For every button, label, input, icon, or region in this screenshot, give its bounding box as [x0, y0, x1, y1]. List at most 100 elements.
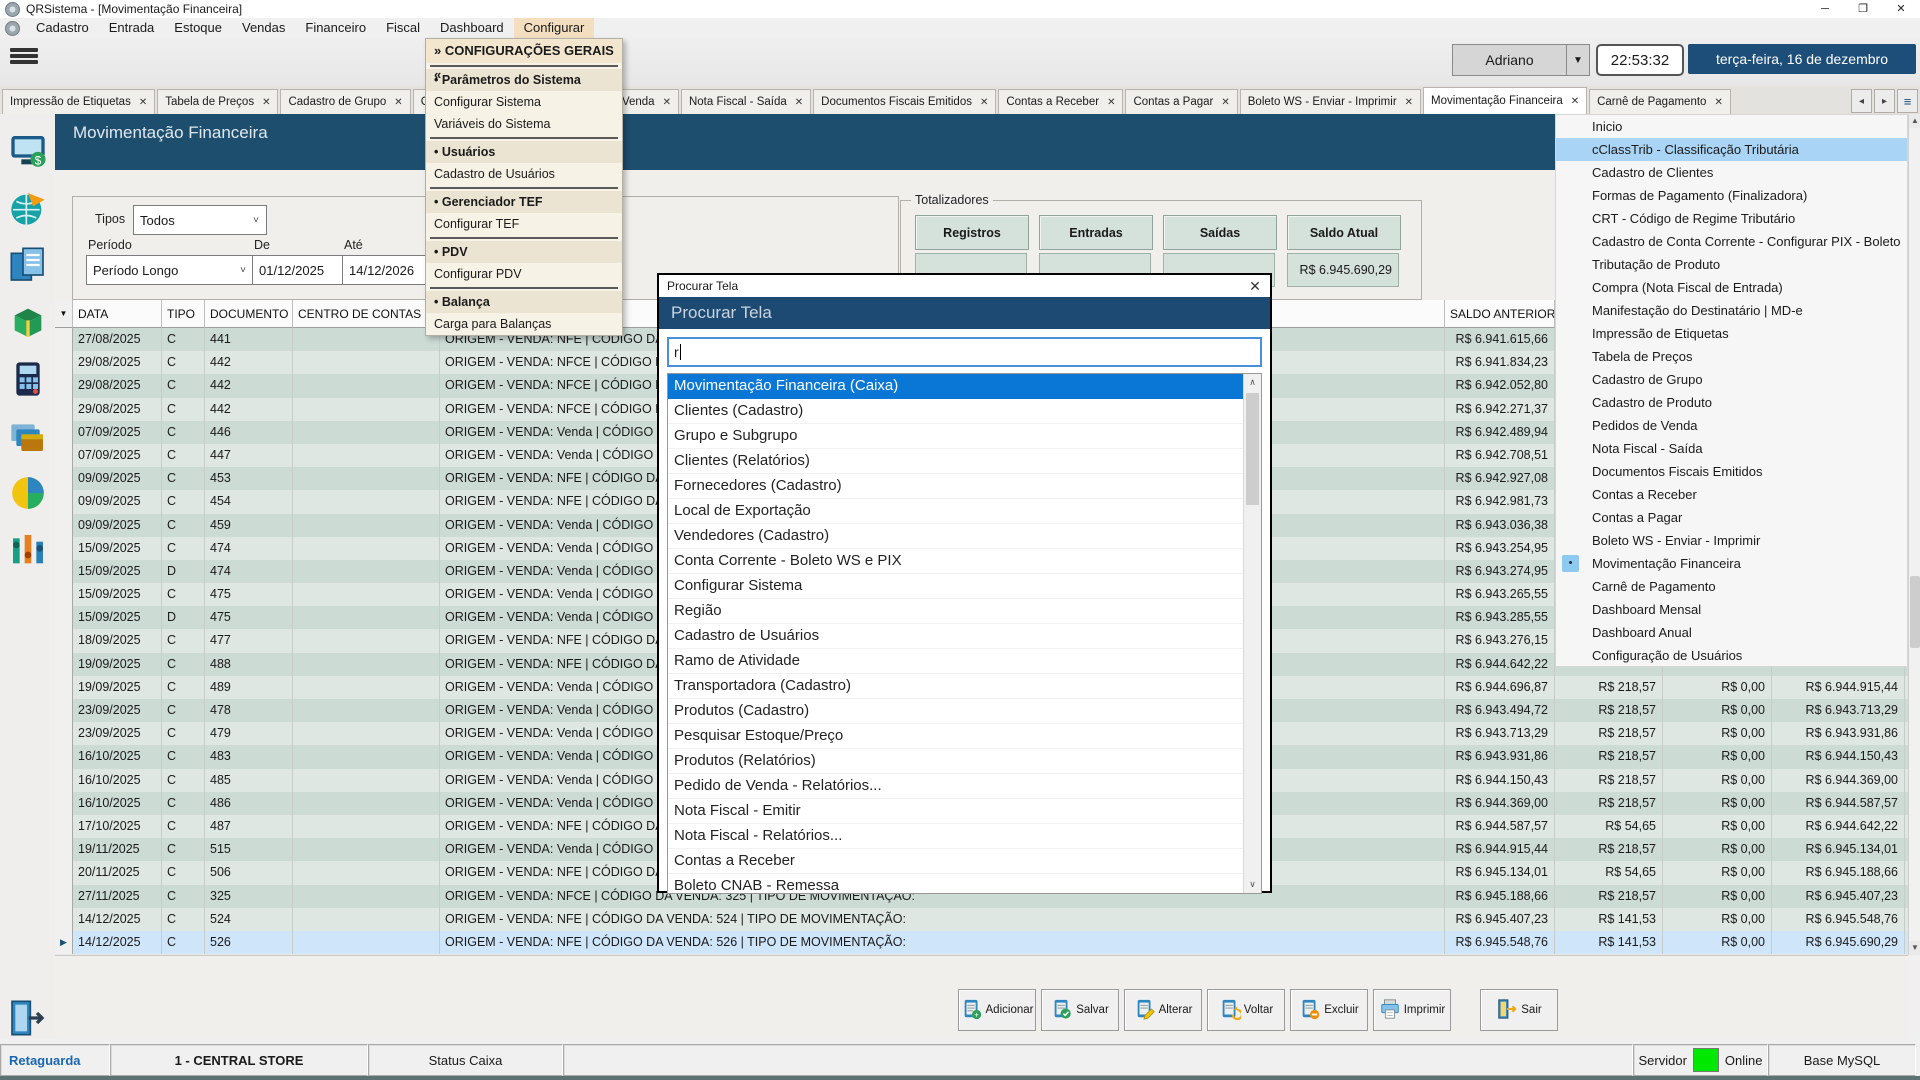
tab-boleto-ws-enviar-imprimir[interactable]: Boleto WS - Enviar - Imprimir✕	[1240, 89, 1421, 114]
tab-movimenta-o-financeira[interactable]: Movimentação Financeira✕	[1423, 87, 1587, 114]
totalizer-saidas-button[interactable]: Saídas	[1163, 215, 1277, 250]
dialog-result-fornecedores-cadastro-[interactable]: Fornecedores (Cadastro)	[668, 474, 1244, 499]
row-selector[interactable]	[55, 722, 73, 745]
tab-cadastro-de-grupo[interactable]: Cadastro de Grupo✕	[280, 89, 410, 114]
tab-close-icon[interactable]: ✕	[1571, 96, 1579, 107]
documents-icon[interactable]	[8, 245, 48, 285]
dialog-scrollbar[interactable]: ∧ ∨	[1243, 374, 1261, 893]
dialog-close-icon[interactable]: ✕	[1240, 278, 1270, 295]
scrollbar-thumb[interactable]	[1246, 393, 1259, 505]
row-selector[interactable]	[55, 908, 73, 931]
scroll-down-icon[interactable]: ▼	[1909, 941, 1920, 955]
row-selector[interactable]	[55, 815, 73, 838]
maximize-button[interactable]: ❐	[1844, 0, 1882, 18]
dialog-result-nota-fiscal-relat-rios-[interactable]: Nota Fiscal - Relatórios...	[668, 824, 1244, 849]
dialog-result-produtos-cadastro-[interactable]: Produtos (Cadastro)	[668, 699, 1244, 724]
sidebar-item-tabela-de-pre-os[interactable]: Tabela de Preços	[1556, 345, 1907, 368]
row-selector[interactable]	[55, 467, 73, 490]
row-selector[interactable]	[55, 745, 73, 768]
sidebar-item-cadastro-de-clientes[interactable]: Cadastro de Clientes	[1556, 161, 1907, 184]
row-selector[interactable]	[55, 490, 73, 513]
row-selector[interactable]	[55, 514, 73, 537]
de-date-input[interactable]: 01/12/2025	[252, 255, 344, 285]
dialog-result-pedido-de-venda-relat-rios-[interactable]: Pedido de Venda - Relatórios...	[668, 774, 1244, 799]
sidebar-item-contas-a-receber[interactable]: Contas a Receber	[1556, 483, 1907, 506]
sidebar-item-inicio[interactable]: Inicio	[1556, 115, 1907, 138]
filter-funnel-icon[interactable]: ▼	[55, 300, 73, 328]
periodo-select[interactable]: Período Longo˅	[86, 255, 254, 285]
sidebar-item-formas-de-pagamento-finalizadora-[interactable]: Formas de Pagamento (Finalizadora)	[1556, 184, 1907, 207]
menubar-item-cadastro[interactable]: Cadastro	[26, 18, 99, 38]
sidebar-item-manifesta-o-do-destinat-rio-md-e[interactable]: Manifestação do Destinatário | MD-e	[1556, 299, 1907, 322]
configurar-menu-item-vari-veis-do-sistema[interactable]: Variáveis do Sistema	[426, 113, 622, 135]
dialog-result-nota-fiscal-emitir[interactable]: Nota Fiscal - Emitir	[668, 799, 1244, 824]
dialog-result-configurar-sistema[interactable]: Configurar Sistema	[668, 574, 1244, 599]
tab-close-icon[interactable]: ✕	[1221, 97, 1229, 108]
pie-chart-icon[interactable]	[8, 473, 48, 513]
row-selector[interactable]	[55, 885, 73, 908]
sidebar-item-cadastro-de-produto[interactable]: Cadastro de Produto	[1556, 391, 1907, 414]
tab-close-icon[interactable]: ✕	[394, 97, 402, 108]
calculator-icon[interactable]	[8, 359, 48, 399]
tab-impress-o-de-etiquetas[interactable]: Impressão de Etiquetas✕	[2, 89, 155, 114]
row-selector[interactable]	[55, 676, 73, 699]
sidebar-item-crt-c-digo-de-regime-tribut-rio[interactable]: CRT - Código de Regime Tributário	[1556, 207, 1907, 230]
sidebar-item-cadastro-de-conta-corrente-configurar-pix-boleto[interactable]: Cadastro de Conta Corrente - Configurar …	[1556, 230, 1907, 253]
totalizer-registros-button[interactable]: Registros	[915, 215, 1029, 250]
column-header-DATA[interactable]: DATA	[73, 300, 162, 328]
sidebar-item-documentos-fiscais-emitidos[interactable]: Documentos Fiscais Emitidos	[1556, 460, 1907, 483]
tab-carn-de-pagamento[interactable]: Carnê de Pagamento✕	[1589, 89, 1731, 114]
tab-close-icon[interactable]: ✕	[1714, 97, 1722, 108]
sidebar-item-configura-o-de-usu-rios[interactable]: Configuração de Usuários	[1556, 644, 1907, 667]
dialog-result-local-de-exporta-o[interactable]: Local de Exportação	[668, 499, 1244, 524]
user-select[interactable]: Adriano ▼	[1452, 44, 1590, 76]
box-icon[interactable]	[8, 302, 48, 342]
main-scrollbar[interactable]: ▲ ▼	[1908, 114, 1920, 955]
equalizer-icon[interactable]	[8, 530, 48, 570]
row-selector[interactable]	[55, 328, 73, 351]
menubar-item-fiscal[interactable]: Fiscal	[376, 18, 430, 38]
hamburger-menu-icon[interactable]	[10, 46, 38, 70]
sair-button[interactable]: Sair	[1480, 989, 1558, 1031]
scrollbar-thumb[interactable]	[1910, 576, 1920, 648]
row-selector[interactable]	[55, 769, 73, 792]
sidebar-item-dashboard-mensal[interactable]: Dashboard Mensal	[1556, 598, 1907, 621]
column-header-SALDO ANTERIOR[interactable]: SALDO ANTERIOR	[1445, 300, 1555, 328]
dialog-result-clientes-relat-rios-[interactable]: Clientes (Relatórios)	[668, 449, 1244, 474]
dialog-result-grupo-e-subgrupo[interactable]: Grupo e Subgrupo	[668, 424, 1244, 449]
tab-scroll-left-icon[interactable]: ◂	[1851, 89, 1872, 113]
configurar-menu-item-configurar-pdv[interactable]: Configurar PDV	[426, 263, 622, 285]
tab-close-icon[interactable]: ✕	[1107, 97, 1115, 108]
dialog-result-movimenta-o-financeira-caixa-[interactable]: Movimentação Financeira (Caixa)	[668, 374, 1244, 399]
sidebar-item-cadastro-de-grupo[interactable]: Cadastro de Grupo	[1556, 368, 1907, 391]
configurar-menu-item-configurar-tef[interactable]: Configurar TEF	[426, 213, 622, 235]
tab-tabela-de-pre-os[interactable]: Tabela de Preços✕	[157, 89, 278, 114]
tab-scroll-right-icon[interactable]: ▸	[1874, 89, 1895, 113]
sidebar-item-impress-o-de-etiquetas[interactable]: Impressão de Etiquetas	[1556, 322, 1907, 345]
sidebar-item-carn-de-pagamento[interactable]: Carnê de Pagamento	[1556, 575, 1907, 598]
register-icon[interactable]: $	[8, 131, 48, 171]
totalizer-saldo-atual-button[interactable]: Saldo Atual	[1287, 215, 1401, 250]
tab-close-icon[interactable]: ✕	[1405, 97, 1413, 108]
configurar-menu-item-cadastro-de-usu-rios[interactable]: Cadastro de Usuários	[426, 163, 622, 185]
row-selector[interactable]	[55, 653, 73, 676]
menubar-item-estoque[interactable]: Estoque	[164, 18, 232, 38]
tab-close-icon[interactable]: ✕	[262, 97, 270, 108]
column-header-TIPO[interactable]: TIPO	[162, 300, 205, 328]
tab-close-icon[interactable]: ✕	[795, 97, 803, 108]
sidebar-item-contas-a-pagar[interactable]: Contas a Pagar	[1556, 506, 1907, 529]
row-selector[interactable]	[55, 606, 73, 629]
tab-close-icon[interactable]: ✕	[663, 97, 671, 108]
scroll-up-icon[interactable]: ▲	[1909, 114, 1920, 128]
dialog-search-input[interactable]: r	[667, 337, 1262, 367]
sidebar-item-tributa-o-de-produto[interactable]: Tributação de Produto	[1556, 253, 1907, 276]
row-selector[interactable]	[55, 699, 73, 722]
row-selector[interactable]	[55, 560, 73, 583]
column-header-DOCUMENTO[interactable]: DOCUMENTO	[205, 300, 293, 328]
dialog-result-conta-corrente-boleto-ws-e-pix[interactable]: Conta Corrente - Boleto WS e PIX	[668, 549, 1244, 574]
scroll-up-icon[interactable]: ∧	[1244, 374, 1261, 391]
dialog-result-vendedores-cadastro-[interactable]: Vendedores (Cadastro)	[668, 524, 1244, 549]
menubar-item-vendas[interactable]: Vendas	[232, 18, 295, 38]
sidebar-item-nota-fiscal-sa-da[interactable]: Nota Fiscal - Saída	[1556, 437, 1907, 460]
sidebar-item-dashboard-anual[interactable]: Dashboard Anual	[1556, 621, 1907, 644]
